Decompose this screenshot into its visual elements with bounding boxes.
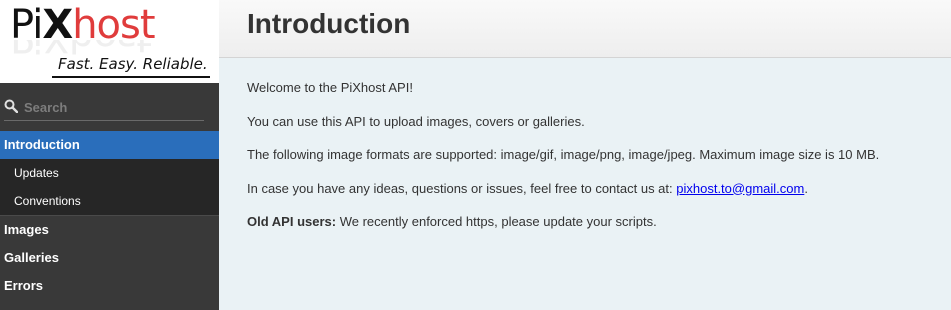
contact-text: In case you have any ideas, questions or… — [247, 180, 677, 196]
page-title: Introduction — [247, 8, 411, 39]
sidebar-nav: Introduction Updates Conventions Images … — [0, 131, 219, 300]
sidebar-item-galleries[interactable]: Galleries — [0, 244, 219, 272]
logo-host: host — [72, 2, 155, 48]
search-bar — [4, 96, 204, 121]
page-header: Introduction — [219, 0, 951, 58]
welcome-text: Welcome to the PiXhost API! — [247, 80, 413, 95]
logo-wordmark: PiXhost — [10, 2, 156, 48]
usage-text: You can use this API to upload images, c… — [247, 113, 585, 129]
sidebar-sublist-introduction: Updates Conventions — [0, 159, 219, 216]
sidebar-item-conventions[interactable]: Conventions — [0, 187, 219, 215]
sidebar: PiXhost PiXhost Fast. Easy. Reliable. In… — [0, 0, 219, 310]
logo[interactable]: PiXhost PiXhost Fast. Easy. Reliable. — [0, 0, 219, 83]
sidebar-item-introduction[interactable]: Introduction — [0, 131, 219, 159]
tagline-underline — [52, 76, 210, 78]
sidebar-item-updates[interactable]: Updates — [0, 159, 219, 187]
search-input[interactable] — [24, 96, 202, 118]
old-api-text: We recently enforced https, please updat… — [336, 214, 657, 229]
old-api-label: Old API users: — [247, 214, 337, 229]
old-api-notice: Old API users: We recently enforced http… — [247, 212, 937, 246]
contact-email-link[interactable]: pixhost.to@gmail.com — [676, 181, 804, 196]
logo-pi: Pi — [10, 2, 43, 48]
sidebar-item-images[interactable]: Images — [0, 216, 219, 244]
logo-tagline: Fast. Easy. Reliable. — [58, 55, 208, 73]
search-icon — [4, 99, 18, 113]
logo-x: X — [42, 2, 73, 48]
sidebar-item-errors[interactable]: Errors — [0, 272, 219, 300]
formats-text: The following image formats are supporte… — [247, 147, 880, 162]
contact-paragraph: In case you have any ideas, questions or… — [247, 179, 937, 213]
main-content: Welcome to the PiXhost API! You can use … — [247, 78, 937, 246]
contact-suffix: . — [804, 180, 808, 196]
